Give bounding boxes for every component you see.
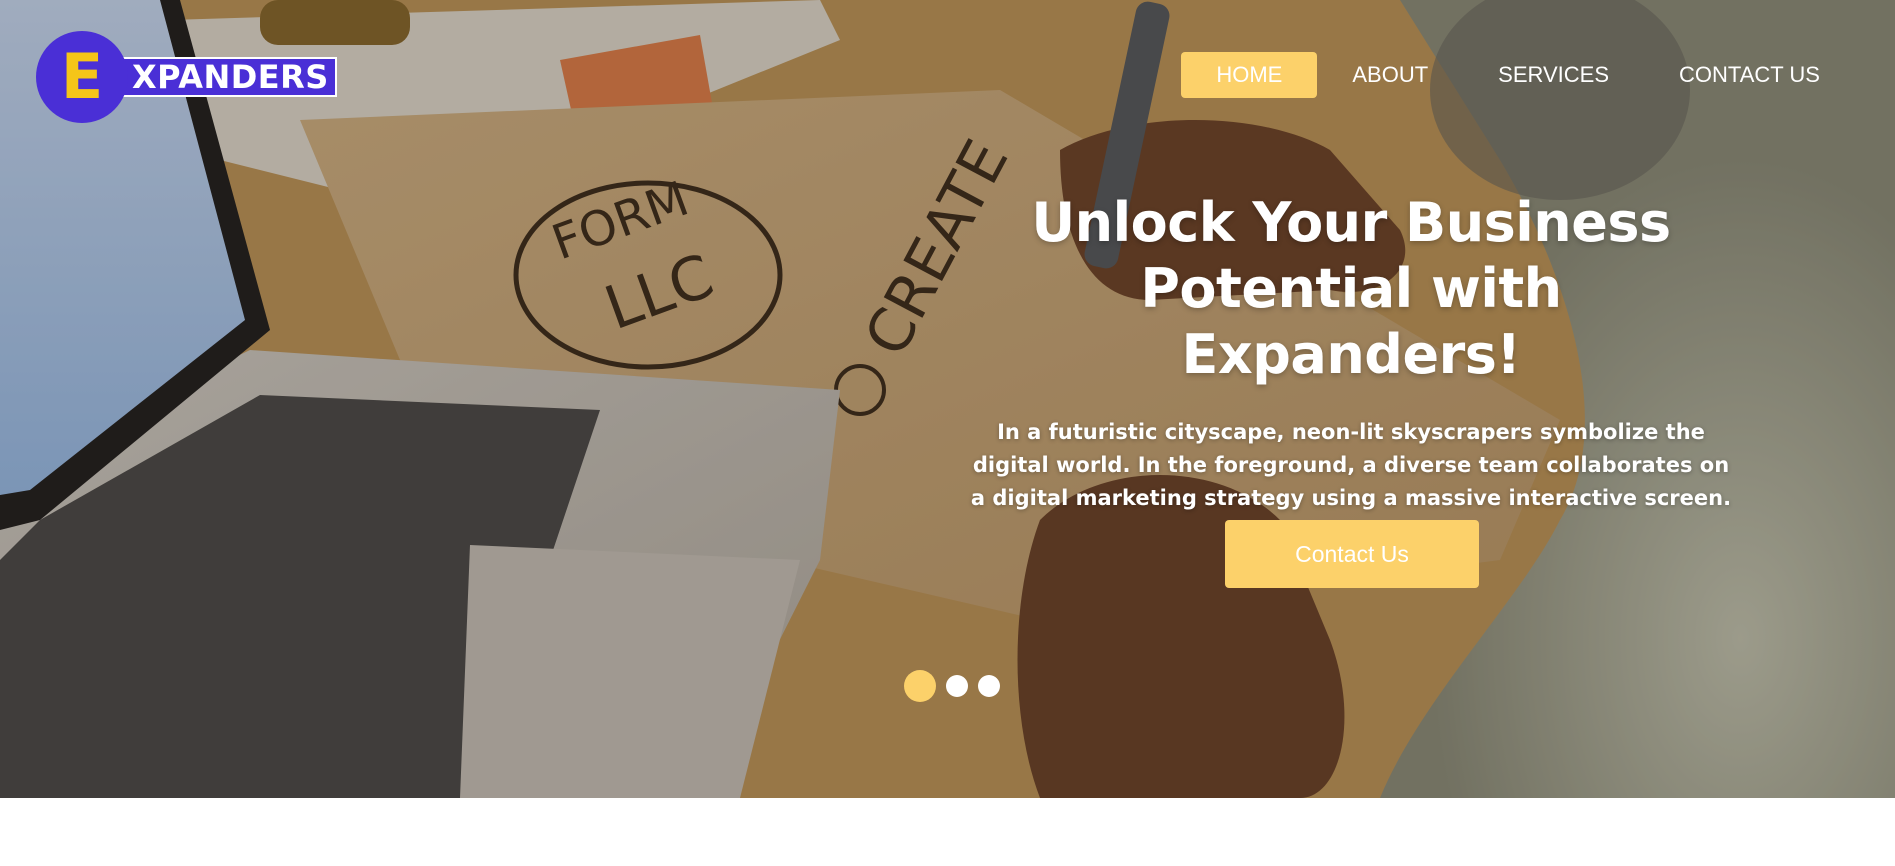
hero-content: Unlock Your Business Potential with Expa… <box>966 190 1736 515</box>
hero-banner: FORM LLC CREATE E XPANDERS HOME ABOUT SE… <box>0 0 1895 798</box>
hero-description: In a futuristic cityscape, neon-lit skys… <box>970 420 1732 510</box>
contact-us-button[interactable]: Contact Us <box>1225 520 1479 588</box>
main-nav: HOME ABOUT SERVICES CONTACT US <box>1181 52 1855 98</box>
nav-services[interactable]: SERVICES <box>1463 52 1644 98</box>
slider-dot-1[interactable] <box>904 670 936 702</box>
slider-dots <box>904 670 1010 702</box>
hero-title-line-1: Unlock Your Business <box>1031 191 1671 254</box>
logo-wordmark: XPANDERS <box>116 57 337 97</box>
nav-about[interactable]: ABOUT <box>1317 52 1463 98</box>
hero-title-line-2: Potential with Expanders! <box>1140 257 1562 386</box>
slider-dot-3[interactable] <box>978 675 1000 697</box>
brand-logo[interactable]: E XPANDERS <box>36 31 337 123</box>
hero-title: Unlock Your Business Potential with Expa… <box>966 190 1736 388</box>
nav-contact-us[interactable]: CONTACT US <box>1644 52 1855 98</box>
logo-mark-circle: E <box>36 31 128 123</box>
logo-mark: E <box>60 40 104 113</box>
nav-home[interactable]: HOME <box>1181 52 1318 98</box>
slider-dot-2[interactable] <box>946 675 968 697</box>
